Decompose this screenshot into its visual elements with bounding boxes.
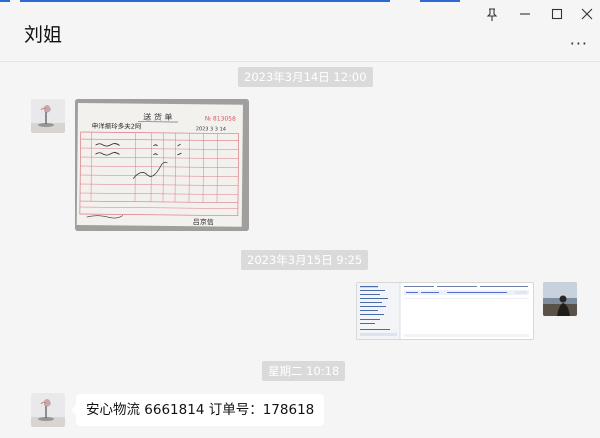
delivery-note-number: № 813058	[205, 115, 236, 122]
maximize-icon[interactable]	[546, 5, 568, 23]
message-bubble[interactable]: 安心物流 6661814 订单号：178618	[70, 394, 325, 426]
close-icon[interactable]	[576, 5, 598, 23]
minimize-icon[interactable]	[514, 5, 536, 23]
delivery-note-header: 送 货 单	[143, 112, 172, 122]
customer-handwriting: 申洋振玲多夫2阿	[92, 121, 142, 131]
contact-avatar[interactable]	[31, 99, 65, 133]
timestamp: 星期二 10:18	[262, 361, 346, 381]
my-avatar[interactable]	[543, 282, 577, 316]
more-icon[interactable]: ···	[570, 34, 588, 53]
chat-title: 刘姐	[24, 24, 63, 46]
window-top-accent	[0, 0, 600, 2]
screenshot-thumbnail[interactable]	[356, 282, 534, 340]
contact-avatar[interactable]	[31, 393, 65, 427]
signature-handwriting: 吕京信	[193, 217, 214, 226]
date-handwriting: 2023 3 3 14	[196, 126, 226, 132]
delivery-note-photo[interactable]: 送 货 单 № 813058 申洋振玲多夫2阿 2023 3 3 14 吕京信	[75, 99, 249, 231]
timestamp: 2023年3月14日 12:00	[238, 67, 373, 87]
chat-header: 刘姐 ···	[0, 0, 600, 62]
timestamp: 2023年3月15日 9:25	[241, 250, 369, 270]
pin-icon[interactable]	[481, 5, 503, 23]
